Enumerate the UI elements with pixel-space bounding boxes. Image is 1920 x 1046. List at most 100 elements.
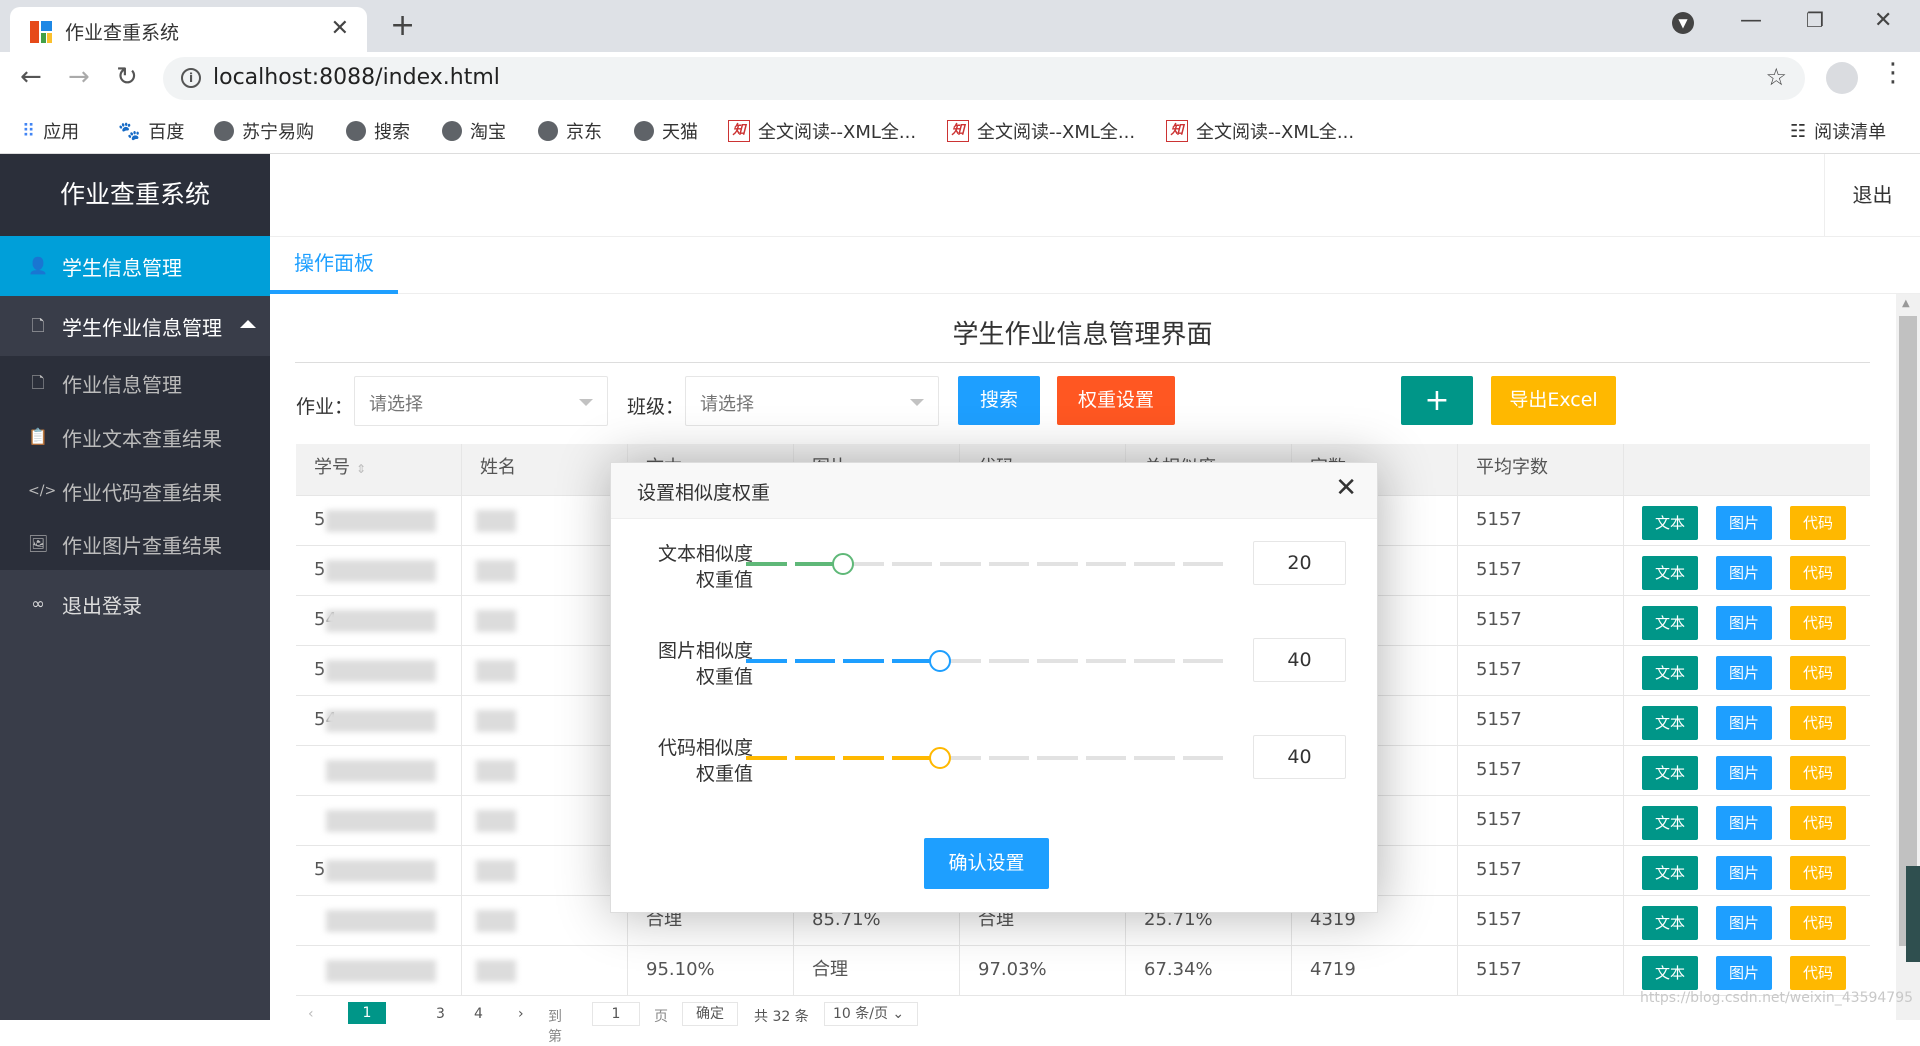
bookmark-cnki-2[interactable]: 知全文阅读--XML全...	[947, 118, 1135, 144]
minimize-icon[interactable]: —	[1740, 8, 1762, 33]
address-bar[interactable]: i localhost:8088/index.html ☆	[163, 57, 1805, 100]
row-code-button[interactable]: 代码	[1790, 606, 1846, 640]
bookmark-star-icon[interactable]: ☆	[1765, 63, 1787, 91]
browser-tab[interactable]: 作业查重系统 ✕	[10, 7, 367, 52]
slider-handle[interactable]	[929, 747, 951, 769]
bookmark-tmall[interactable]: 天猫	[634, 118, 698, 144]
goto-input[interactable]: 1	[592, 1002, 640, 1026]
close-icon[interactable]: ✕	[1335, 473, 1357, 503]
slider-handle[interactable]	[832, 553, 854, 575]
menu-dots-icon[interactable]: ⋮	[1880, 58, 1906, 88]
site-info-icon[interactable]: i	[181, 68, 201, 88]
row-text-button[interactable]: 文本	[1642, 706, 1698, 740]
row-image-button[interactable]: 图片	[1716, 956, 1772, 990]
profile-dropdown-icon[interactable]: ▼	[1672, 12, 1694, 34]
profile-avatar-icon[interactable]	[1826, 62, 1858, 94]
bookmark-search[interactable]: 搜索	[346, 118, 410, 144]
close-tab-icon[interactable]: ✕	[331, 16, 349, 41]
cell-actions: 文本 图片 代码	[1624, 696, 1870, 745]
row-image-button[interactable]: 图片	[1716, 756, 1772, 790]
per-page-select[interactable]: 10 条/页 ⌄	[824, 1002, 918, 1026]
row-code-button[interactable]: 代码	[1790, 656, 1846, 690]
sidebar-item-text-result[interactable]: 📋 作业文本查重结果	[0, 410, 270, 464]
row-code-button[interactable]: 代码	[1790, 756, 1846, 790]
class-select[interactable]: 请选择	[685, 376, 939, 426]
row-text-button[interactable]: 文本	[1642, 856, 1698, 890]
scroll-up-icon[interactable]: ▲	[1902, 298, 1910, 309]
row-image-button[interactable]: 图片	[1716, 856, 1772, 890]
sidebar-item-homework-info[interactable]: 🗋 作业信息管理	[0, 356, 270, 410]
slider-value-input[interactable]: 40	[1253, 638, 1346, 682]
user-icon: 👤	[28, 256, 48, 275]
slider-value-input[interactable]: 40	[1253, 735, 1346, 779]
row-code-button[interactable]: 代码	[1790, 806, 1846, 840]
row-code-button[interactable]: 代码	[1790, 906, 1846, 940]
slider-value-input[interactable]: 20	[1253, 541, 1346, 585]
bookmark-suning[interactable]: 苏宁易购	[214, 118, 314, 144]
row-text-button[interactable]: 文本	[1642, 756, 1698, 790]
bookmark-cnki-3[interactable]: 知全文阅读--XML全...	[1166, 118, 1354, 144]
slider-handle[interactable]	[929, 650, 951, 672]
cell-id: 5	[296, 846, 462, 895]
bookmark-taobao[interactable]: 淘宝	[442, 118, 506, 144]
slider-track[interactable]	[746, 747, 1231, 769]
goto-confirm-button[interactable]: 确定	[682, 1002, 738, 1026]
row-image-button[interactable]: 图片	[1716, 706, 1772, 740]
sidebar-item-student-homework[interactable]: 🗋 学生作业信息管理	[0, 296, 270, 356]
row-image-button[interactable]: 图片	[1716, 906, 1772, 940]
row-text-button[interactable]: 文本	[1642, 906, 1698, 940]
tab-operation-panel[interactable]: 操作面板	[270, 237, 398, 294]
row-code-button[interactable]: 代码	[1790, 506, 1846, 540]
row-code-button[interactable]: 代码	[1790, 706, 1846, 740]
new-tab-icon[interactable]: +	[390, 8, 415, 43]
row-image-button[interactable]: 图片	[1716, 506, 1772, 540]
row-text-button[interactable]: 文本	[1642, 506, 1698, 540]
bookmark-baidu[interactable]: 🐾 百度	[118, 118, 184, 144]
sort-icon[interactable]: ⇕	[356, 445, 366, 493]
slider-segment	[988, 659, 1029, 663]
baidu-paw-icon: 🐾	[118, 120, 141, 142]
bookmark-cnki-1[interactable]: 知全文阅读--XML全...	[728, 118, 916, 144]
reload-icon[interactable]: ↻	[116, 62, 138, 92]
row-code-button[interactable]: 代码	[1790, 956, 1846, 990]
export-excel-button[interactable]: 导出Excel	[1491, 376, 1616, 425]
cell-actions: 文本 图片 代码	[1624, 496, 1870, 545]
sidebar-item-student-info[interactable]: 👤 学生信息管理	[0, 236, 270, 296]
forward-icon[interactable]: →	[68, 62, 90, 92]
homework-select[interactable]: 请选择	[354, 376, 608, 426]
row-text-button[interactable]: 文本	[1642, 656, 1698, 690]
cell-avg: 5157	[1458, 646, 1624, 695]
row-code-button[interactable]: 代码	[1790, 856, 1846, 890]
slider-track[interactable]	[746, 650, 1231, 672]
row-image-button[interactable]: 图片	[1716, 556, 1772, 590]
row-image-button[interactable]: 图片	[1716, 806, 1772, 840]
row-image-button[interactable]: 图片	[1716, 656, 1772, 690]
sidebar-item-logout[interactable]: ∞ 退出登录	[0, 574, 270, 634]
logout-button[interactable]: 退出	[1824, 154, 1920, 237]
close-window-icon[interactable]: ✕	[1874, 8, 1892, 33]
page-current[interactable]: 1	[348, 1002, 386, 1024]
reading-list[interactable]: ☷ 阅读清单	[1790, 118, 1886, 144]
confirm-settings-button[interactable]: 确认设置	[924, 838, 1049, 889]
weight-settings-button[interactable]: 权重设置	[1057, 376, 1175, 425]
row-image-button[interactable]: 图片	[1716, 606, 1772, 640]
back-icon[interactable]: ←	[20, 62, 42, 92]
cell-name	[462, 946, 628, 995]
slider-track[interactable]	[746, 553, 1231, 575]
bookmark-jd[interactable]: 京东	[538, 118, 602, 144]
bookmark-apps[interactable]: ⠿ 应用	[22, 118, 79, 144]
apps-grid-icon: ⠿	[22, 120, 36, 142]
row-text-button[interactable]: 文本	[1642, 956, 1698, 990]
header-student-id[interactable]: 学号 ⇕	[296, 444, 462, 495]
row-text-button[interactable]: 文本	[1642, 556, 1698, 590]
restore-icon[interactable]: ❐	[1806, 8, 1824, 32]
row-text-button[interactable]: 文本	[1642, 606, 1698, 640]
tab-strip: 操作面板	[270, 237, 1920, 294]
add-button[interactable]: +	[1401, 376, 1473, 425]
sidebar-item-code-result[interactable]: </> 作业代码查重结果	[0, 464, 270, 518]
sidebar-item-image-result[interactable]: 🖼 作业图片查重结果	[0, 518, 270, 570]
row-text-button[interactable]: 文本	[1642, 806, 1698, 840]
scrollbar-thumb[interactable]	[1899, 316, 1917, 946]
row-code-button[interactable]: 代码	[1790, 556, 1846, 590]
search-button[interactable]: 搜索	[958, 376, 1040, 425]
